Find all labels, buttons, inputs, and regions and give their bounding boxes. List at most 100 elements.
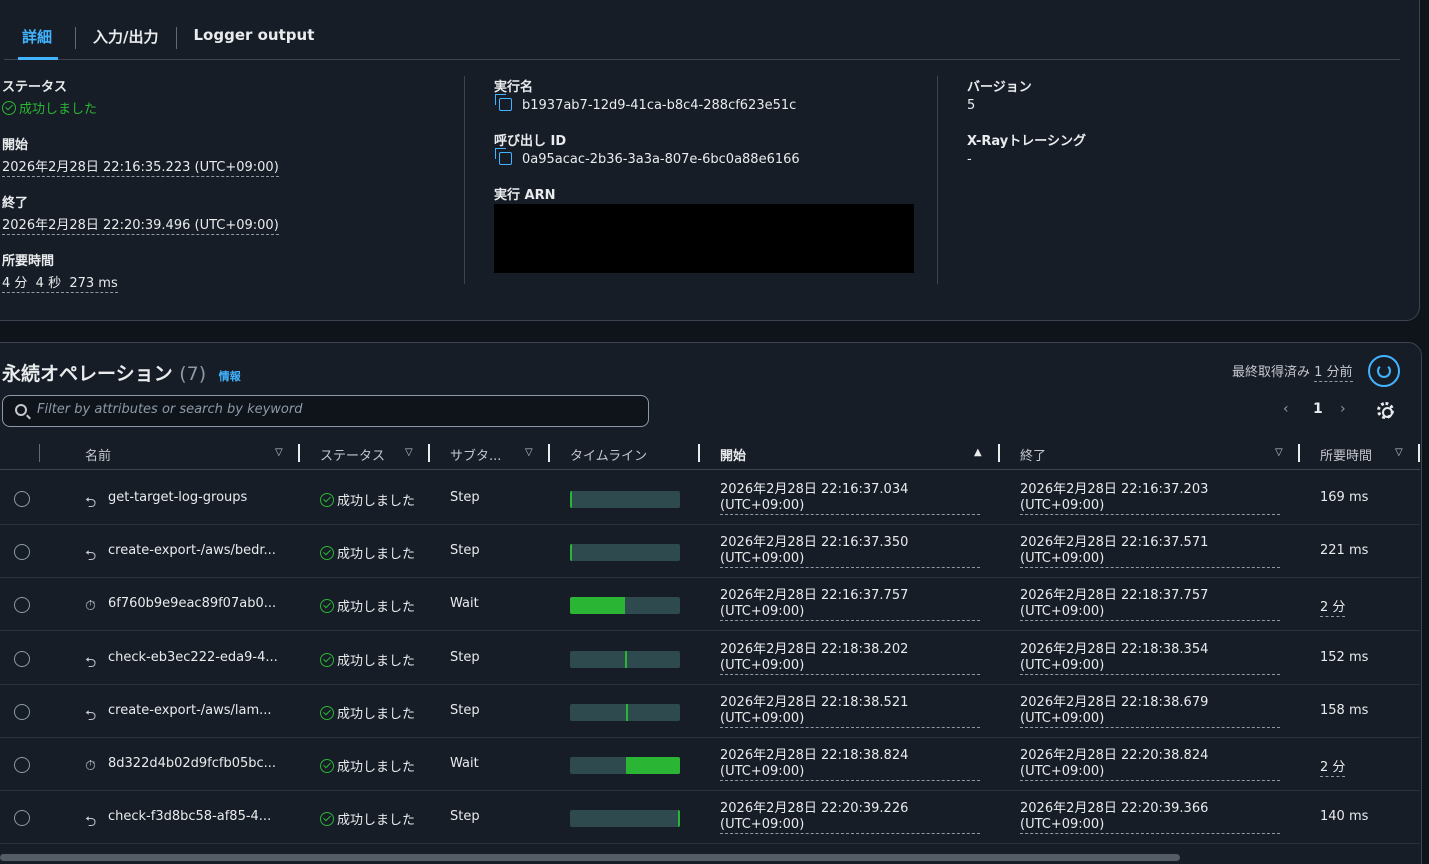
table-row[interactable]: ⮌ get-target-log-groups 成功しました Step 2026年2月2… — [0, 472, 1420, 525]
search-field[interactable] — [2, 395, 649, 427]
col-header-end[interactable]: 終了 — [1020, 445, 1046, 464]
duration-label: 所要時間 — [2, 254, 55, 269]
search-input[interactable] — [37, 402, 637, 417]
table-row[interactable]: ⮌ create-export-/aws/lam... 成功しました Step 2026… — [0, 685, 1420, 738]
success-check-icon — [320, 759, 334, 773]
sort-down-icon[interactable]: ▽ — [405, 447, 413, 458]
tab-bar: 詳細 入力/出力 Logger output — [4, 16, 1400, 60]
gear-icon[interactable] — [1377, 402, 1394, 419]
row-select-radio[interactable] — [14, 757, 30, 773]
column-divider — [464, 76, 465, 284]
operation-name[interactable]: get-target-log-groups — [108, 490, 247, 505]
column-resizer[interactable] — [698, 444, 700, 462]
table-row[interactable]: ⏱ 8d322d4b02d9fcfb05bc... 成功しました Wait 2026年2… — [0, 738, 1420, 791]
end-value: 2026年2月28日 22:20:39.496 (UTC+09:00) — [2, 218, 279, 235]
success-check-icon — [320, 546, 334, 561]
operation-name[interactable]: check-f3d8bc58-af85-4... — [108, 809, 271, 824]
details-column-2: 実行名 b1937ab7-12d9-41ca-b8c4-288cf623e51c… — [494, 76, 914, 273]
tab-input-output[interactable]: 入力/出力 — [93, 16, 158, 60]
column-resizer[interactable] — [298, 444, 300, 462]
table-row[interactable]: ⮌ create-export-/aws/bedr... 成功しました Step 202… — [0, 525, 1420, 579]
timeline-bar — [570, 650, 680, 668]
sort-down-icon[interactable]: ▽ — [1275, 447, 1283, 458]
row-select-radio[interactable] — [14, 703, 30, 720]
sort-up-icon[interactable]: ▲ — [974, 447, 982, 458]
row-select-radio[interactable] — [14, 650, 30, 667]
operation-name[interactable]: 8d322d4b02d9fcfb05bc... — [108, 756, 276, 771]
xray-value: - — [967, 152, 972, 167]
sort-down-icon[interactable]: ▽ — [275, 447, 283, 458]
exec-arn-label: 実行 ARN — [494, 188, 556, 203]
page-number[interactable]: 1 — [1313, 401, 1323, 417]
copy-icon[interactable] — [495, 94, 512, 111]
scrollbar-thumb[interactable] — [0, 854, 1180, 861]
row-subtype: Wait — [450, 596, 479, 612]
operation-name[interactable]: create-export-/aws/lam... — [108, 703, 272, 718]
step-icon: ⮌ — [85, 707, 97, 724]
timer-icon: ⏱ — [85, 598, 96, 615]
timeline-bar-fill — [625, 650, 627, 668]
invocation-id-label: 呼び出し ID — [494, 134, 567, 149]
column-resizer[interactable] — [1298, 444, 1300, 462]
timer-icon: ⏱ — [85, 758, 96, 774]
col-header-name[interactable]: 名前 — [85, 445, 111, 464]
operation-name[interactable]: check-eb3ec222-eda9-4... — [108, 650, 278, 665]
table-row[interactable]: ⮌ check-eb3ec222-eda9-4... 成功しました Step 2026年… — [0, 632, 1420, 685]
column-resizer[interactable] — [548, 444, 550, 462]
row-end-time: 2026年2月28日 22:16:37.203 (UTC+09:00) — [1020, 482, 1280, 515]
chevron-left-icon[interactable]: ‹ — [1283, 401, 1289, 417]
exec-name-value: b1937ab7-12d9-41ca-b8c4-288cf623e51c — [522, 98, 797, 113]
step-icon: ⮌ — [85, 548, 97, 565]
operation-name[interactable]: 6f760b9e9eac89f07ab0... — [108, 596, 276, 611]
row-subtype: Step — [450, 543, 480, 559]
exec-name-label: 実行名 — [494, 80, 534, 95]
table-header: 名前 ▽ ステータス ▽ サブタ... ▽ タイムライン 開始 ▲ 終了 ▽ 所… — [0, 436, 1420, 470]
timeline-bar — [570, 597, 680, 615]
col-header-timeline: タイムライン — [570, 449, 648, 464]
refresh-icon — [1377, 364, 1391, 378]
row-status: 成功しました — [320, 703, 415, 722]
row-start-time: 2026年2月28日 22:20:39.226 (UTC+09:00) — [720, 801, 980, 835]
sort-down-icon[interactable]: ▽ — [525, 447, 533, 458]
row-start-time: 2026年2月28日 22:16:37.034 (UTC+09:00) — [720, 482, 980, 515]
row-start-time: 2026年2月28日 22:18:38.202 (UTC+09:00) — [720, 642, 980, 675]
column-resizer[interactable] — [998, 444, 1000, 462]
search-icon — [15, 404, 27, 416]
col-header-status[interactable]: ステータス — [320, 445, 385, 464]
timeline-bar-fill — [570, 544, 572, 562]
row-select-radio[interactable] — [14, 597, 30, 614]
row-status: 成功しました — [320, 650, 415, 669]
end-label: 終了 — [2, 196, 29, 211]
table-row[interactable]: ⏱ 6f760b9e9eac89f07ab0... 成功しました Wait 2026年2… — [0, 578, 1420, 632]
refresh-button[interactable] — [1368, 355, 1400, 387]
row-select-radio[interactable] — [14, 491, 30, 507]
operation-name[interactable]: create-export-/aws/bedr... — [108, 543, 276, 558]
version-value: 5 — [967, 98, 976, 113]
row-end-time: 2026年2月28日 22:20:38.824 (UTC+09:00) — [1020, 748, 1280, 781]
xray-label: X-Rayトレーシング — [967, 134, 1086, 149]
col-header-start[interactable]: 開始 — [720, 445, 746, 464]
sort-down-icon[interactable]: ▽ — [1395, 447, 1403, 458]
column-resizer[interactable] — [428, 444, 430, 462]
row-end-time: 2026年2月28日 22:16:37.571 (UTC+09:00) — [1020, 535, 1280, 569]
info-link[interactable]: 情報 — [219, 370, 241, 383]
row-start-time: 2026年2月28日 22:18:38.824 (UTC+09:00) — [720, 748, 980, 781]
row-end-time: 2026年2月28日 22:18:37.757 (UTC+09:00) — [1020, 588, 1280, 622]
row-select-radio[interactable] — [14, 544, 30, 561]
row-start-time: 2026年2月28日 22:16:37.757 (UTC+09:00) — [720, 588, 980, 622]
tab-logger-output[interactable]: Logger output — [194, 16, 315, 60]
copy-icon[interactable] — [495, 148, 512, 165]
success-check-icon — [320, 599, 334, 614]
col-header-duration[interactable]: 所要時間 — [1320, 445, 1372, 464]
operations-heading: 永続オペレーション (7) 情報 — [2, 359, 241, 386]
tab-details[interactable]: 詳細 — [18, 16, 59, 60]
table-row[interactable]: ⮌ check-f3d8bc58-af85-4... 成功しました Step 2026年… — [0, 791, 1420, 845]
col-header-subtype[interactable]: サブタ... — [450, 445, 501, 464]
column-resizer[interactable] — [1418, 444, 1420, 462]
row-select-radio[interactable] — [14, 810, 30, 827]
row-duration: 2 分 — [1320, 600, 1346, 618]
step-icon: ⮌ — [85, 495, 97, 511]
row-subtype: Step — [450, 809, 480, 825]
chevron-right-icon[interactable]: › — [1340, 401, 1346, 417]
timeline-bar-fill — [678, 810, 680, 828]
